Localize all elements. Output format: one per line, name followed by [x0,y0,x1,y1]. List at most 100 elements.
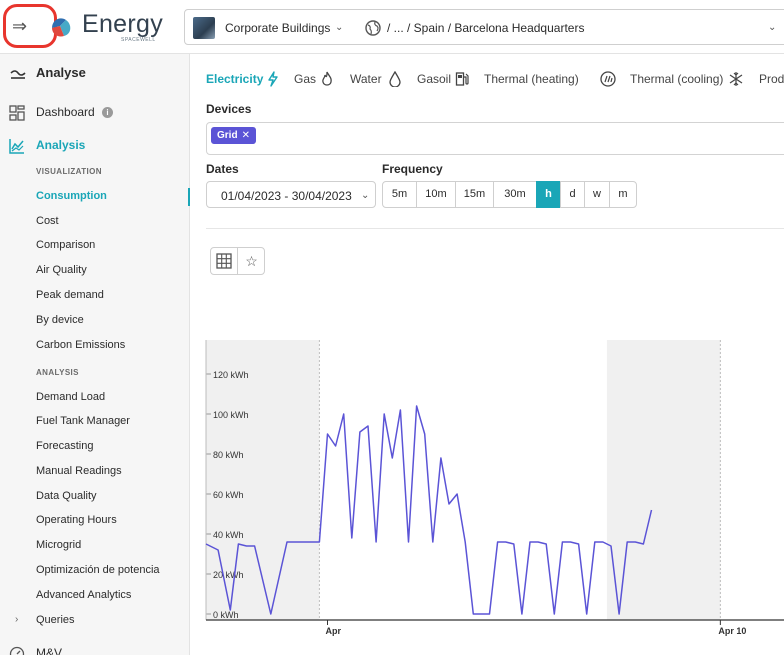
tab-thermal-heating[interactable]: Thermal (heating) [484,72,579,86]
sidebar-heading-analysis: ANALYSIS [36,368,79,377]
sidebar-item-label: M&V [36,646,63,655]
freq-30m[interactable]: 30m [493,181,537,208]
frequency-label: Frequency [382,162,443,176]
sidebar-item-cost[interactable]: Cost [0,211,190,233]
chevron-down-icon: ⌄ [361,190,370,201]
table-view-button[interactable] [211,248,238,274]
sidebar-item-operating-hours[interactable]: Operating Hours [0,510,190,532]
divider [206,228,784,229]
sidebar-item-queries[interactable]: › Queries [0,610,190,632]
date-range-picker[interactable]: 01/04/2023 - 30/04/2023 ⌄ [206,181,376,208]
dashboard-icon [9,105,25,121]
freq-d[interactable]: d [560,181,585,208]
sidebar-item-microgrid[interactable]: Microgrid [0,535,190,557]
sidebar-item-label: Fuel Tank Manager [36,415,130,427]
logo-subtitle: SPACEWELL [121,37,156,43]
sidebar-item-optimizacion-potencia[interactable]: Optimización de potencia [0,560,190,582]
info-icon[interactable]: i [102,107,113,118]
y-tick-label: 80 kWh [213,450,244,460]
sidebar-item-fuel-tank-manager[interactable]: Fuel Tank Manager [0,411,190,433]
consumption-chart: 0 kWh 20 kWh 40 kWh 60 kWh 80 kWh 100 kWh 120 … [190,324,784,655]
date-range-value: 01/04/2023 - 30/04/2023 [221,189,352,203]
sidebar-item-label: Peak demand [36,289,104,301]
tab-gasoil[interactable]: Gasoil [417,72,451,86]
sidebar-item-demand-load[interactable]: Demand Load [0,387,190,409]
logo-text: Energy [82,10,164,38]
expand-menu-icon: ⇒ [12,16,28,36]
flame-icon [322,71,332,86]
tab-label: Thermal (heating) [484,72,579,86]
analyse-icon [10,67,26,85]
devices-input[interactable]: Grid ✕ [206,122,784,155]
chart-svg: 0 kWh 20 kWh 40 kWh 60 kWh 80 kWh 100 kWh 120 … [205,340,784,636]
tab-gas[interactable]: Gas [294,72,316,86]
device-chip[interactable]: Grid ✕ [211,127,256,144]
chevron-down-icon: ⌄ [768,22,777,33]
sidebar-item-mv[interactable]: M&V [0,643,190,655]
freq-w[interactable]: w [584,181,610,208]
sidebar-item-label: Operating Hours [36,514,117,526]
sidebar-item-data-quality[interactable]: Data Quality [0,486,190,508]
building-thumbnail [193,17,215,39]
sidebar-item-manual-readings[interactable]: Manual Readings [0,461,190,483]
building-label: Corporate Buildings [225,21,331,35]
favorite-button[interactable]: ☆ [238,248,265,274]
sidebar-item-label: Analysis [36,138,86,152]
fuel-pump-icon [455,72,469,86]
x-tick-label: Apr [326,626,342,636]
heating-icon [600,71,616,87]
sidebar-item-label: Queries [36,614,75,626]
y-tick-label: 20 kWh [213,570,244,580]
device-chip-label: Grid [217,130,238,141]
y-tick-label: 60 kWh [213,490,244,500]
sidebar-heading-visualization: VISUALIZATION [36,167,102,176]
y-tick-label: 40 kWh [213,530,244,540]
sidebar-item-advanced-analytics[interactable]: Advanced Analytics [0,585,190,607]
tab-thermal-cooling[interactable]: Thermal (cooling) [630,72,723,86]
sidebar-item-label: Comparison [36,239,96,251]
sidebar-item-label: Demand Load [36,391,106,403]
tab-water[interactable]: Water [350,72,382,86]
tab-produce[interactable]: Produce [759,72,784,86]
sidebar-item-by-device[interactable]: By device [0,310,190,332]
location-select[interactable]: / ... / Spain / Barcelona Headquarters ⌄ [355,9,784,45]
freq-m[interactable]: m [609,181,637,208]
y-tick-label: 120 kWh [213,370,249,380]
freq-15m[interactable]: 15m [455,181,494,208]
lightning-icon [268,71,278,87]
sidebar-item-label: Manual Readings [36,465,122,477]
tab-electricity[interactable]: Electricity [206,72,263,86]
y-tick-label: 0 kWh [213,610,239,620]
sidebar-item-forecasting[interactable]: Forecasting [0,436,190,458]
sidebar-item-comparison[interactable]: Comparison [0,235,190,257]
sidebar-item-peak-demand[interactable]: Peak demand [0,285,190,307]
dates-label: Dates [206,162,239,176]
chevron-right-icon: › [15,614,19,625]
remove-chip-icon[interactable]: ✕ [242,130,250,141]
sidebar-item-label: Data Quality [36,490,97,502]
tab-label: Electricity [206,72,264,86]
tab-label: Produce [759,72,784,86]
sidebar-item-label: Consumption [36,190,107,202]
freq-10m[interactable]: 10m [416,181,456,208]
freq-5m[interactable]: 5m [382,181,417,208]
sidebar-item-air-quality[interactable]: Air Quality [0,260,190,282]
sidebar-item-analysis[interactable]: Analysis [0,135,190,157]
freq-h[interactable]: h [536,181,561,208]
building-select[interactable]: Corporate Buildings ⌄ [184,9,356,45]
sidebar-item-label: Forecasting [36,440,94,452]
x-tick-label: Apr 10 [718,626,746,636]
sidebar-item-carbon-emissions[interactable]: Carbon Emissions [0,335,190,357]
tab-label: Gas [294,72,317,86]
sidebar-item-label: Carbon Emissions [36,339,126,351]
sidebar-item-consumption[interactable]: Consumption [0,186,190,208]
sidebar: Analyse Dashboard i Analysis VISUALIZATI… [0,54,190,655]
sidebar-item-label: By device [36,314,84,326]
water-drop-icon [389,71,401,87]
tab-label: Gasoil [417,72,452,86]
tab-label: Water [350,72,382,86]
chevron-down-icon: ⌄ [335,22,344,33]
sidebar-item-dashboard[interactable]: Dashboard i [0,102,190,124]
utility-tabs: Electricity Gas Water Gasoil Thermal (he… [206,71,784,90]
snowflake-icon [729,72,743,86]
